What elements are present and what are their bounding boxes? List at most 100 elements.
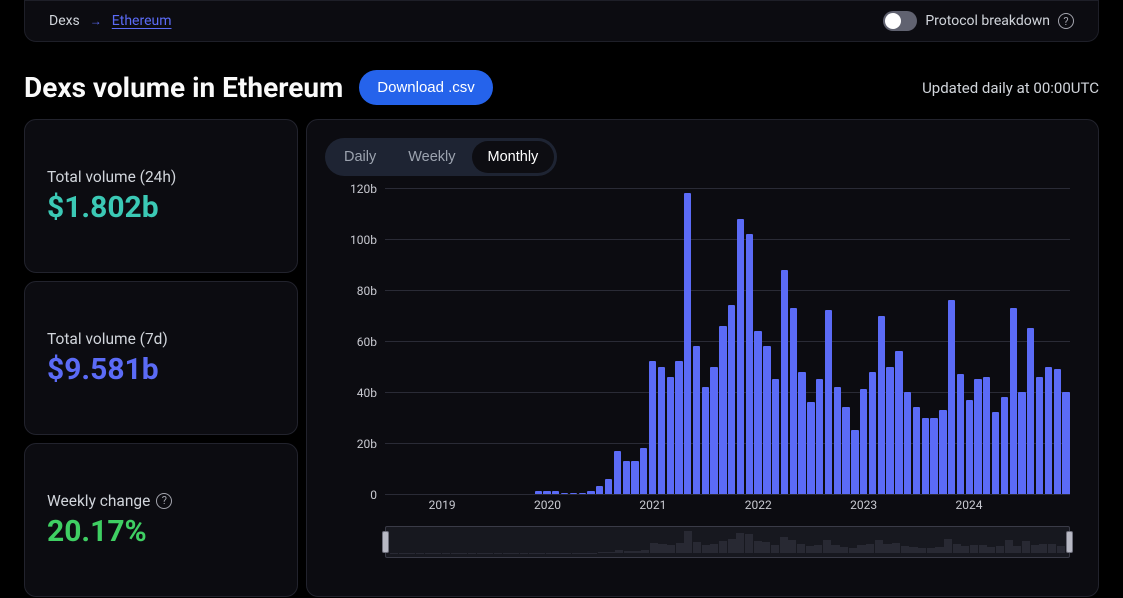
chart-bar[interactable]: [1036, 377, 1043, 494]
chart-bar[interactable]: [728, 305, 735, 494]
chart-bar[interactable]: [922, 418, 929, 495]
time-range-brush[interactable]: [385, 526, 1070, 558]
chart-bar[interactable]: [781, 270, 788, 494]
title-row: Dexs volume in Ethereum Download .csv Up…: [24, 70, 1099, 105]
chart-bar[interactable]: [957, 374, 964, 494]
chart-bar[interactable]: [966, 400, 973, 494]
chart-bars: [385, 188, 1070, 494]
chart-xaxis: 2019 2020 2021 2022 2023 2024: [385, 494, 1070, 516]
chart-bar[interactable]: [684, 193, 691, 494]
chart-bar[interactable]: [798, 372, 805, 494]
metric-card-weekly-change: Weekly change ? 20.17%: [24, 443, 298, 597]
protocol-breakdown-toggle[interactable]: [883, 11, 917, 31]
xaxis-tick-label: 2019: [429, 498, 456, 512]
chart-bar[interactable]: [983, 377, 990, 494]
chart-bar[interactable]: [886, 367, 893, 495]
chart-bar[interactable]: [1010, 308, 1017, 494]
chart-bar[interactable]: [790, 308, 797, 494]
chart-bar[interactable]: [754, 331, 761, 494]
chart-bar[interactable]: [939, 410, 946, 494]
chart-bar[interactable]: [763, 346, 770, 494]
chart-bar[interactable]: [834, 387, 841, 494]
chart-bar[interactable]: [631, 461, 638, 494]
chart-bar[interactable]: [719, 326, 726, 494]
xaxis-tick-label: 2022: [745, 498, 772, 512]
chart-bar[interactable]: [667, 377, 674, 494]
xaxis-tick-label: 2024: [956, 498, 983, 512]
breadcrumb: Dexs → Ethereum: [49, 13, 172, 29]
metric-card-24h: Total volume (24h) $1.802b: [24, 119, 298, 273]
chart-bar[interactable]: [825, 310, 832, 494]
chart-bar[interactable]: [913, 407, 920, 494]
chart-bar[interactable]: [948, 300, 955, 494]
tab-weekly[interactable]: Weekly: [392, 141, 471, 173]
chart-bar[interactable]: [614, 451, 621, 494]
xaxis-tick-label: 2023: [850, 498, 877, 512]
help-icon[interactable]: ?: [156, 493, 172, 509]
chart-bar[interactable]: [860, 389, 867, 494]
chart-bar[interactable]: [623, 461, 630, 494]
chart-bar[interactable]: [895, 351, 902, 494]
metric-7d-value: $9.581b: [47, 352, 275, 387]
metric-card-7d: Total volume (7d) $9.581b: [24, 281, 298, 435]
chart-plot-area: 020b40b60b80b100b120b: [385, 188, 1070, 494]
yaxis-tick-label: 40b: [357, 386, 377, 400]
chart-bar[interactable]: [596, 486, 603, 494]
download-csv-button[interactable]: Download .csv: [359, 70, 493, 105]
chart-bar[interactable]: [930, 418, 937, 495]
xaxis-tick-label: 2021: [639, 498, 666, 512]
metric-24h-label: Total volume (24h): [47, 168, 275, 186]
chart-bar[interactable]: [640, 448, 647, 494]
yaxis-tick-label: 0: [370, 488, 377, 502]
chart-bar[interactable]: [702, 387, 709, 494]
chart-bar[interactable]: [737, 219, 744, 494]
chart-bar[interactable]: [992, 412, 999, 494]
metric-wchg-label: Weekly change ?: [47, 492, 275, 510]
chart-bar[interactable]: [1018, 392, 1025, 494]
chart-bar[interactable]: [772, 379, 779, 494]
chart-card: Daily Weekly Monthly 020b40b60b80b100b12…: [306, 119, 1099, 597]
updated-text: Updated daily at 00:00UTC: [922, 79, 1099, 97]
brush-handle-left[interactable]: [382, 531, 389, 553]
chart-bar[interactable]: [710, 367, 717, 495]
interval-tabs: Daily Weekly Monthly: [325, 138, 557, 176]
breadcrumb-root[interactable]: Dexs: [49, 13, 80, 29]
yaxis-tick-label: 60b: [357, 335, 377, 349]
breadcrumb-current[interactable]: Ethereum: [112, 13, 172, 29]
chart-bar[interactable]: [842, 407, 849, 494]
chart-bar[interactable]: [1001, 397, 1008, 494]
chart-bar[interactable]: [605, 479, 612, 494]
chart-bar[interactable]: [1045, 367, 1052, 495]
protocol-breakdown-toggle-wrap: Protocol breakdown ?: [883, 11, 1074, 31]
tab-daily[interactable]: Daily: [328, 141, 392, 173]
tab-monthly[interactable]: Monthly: [472, 141, 555, 173]
help-icon[interactable]: ?: [1058, 13, 1074, 29]
chart-bar[interactable]: [816, 379, 823, 494]
chart-bar[interactable]: [974, 379, 981, 494]
chart-bar[interactable]: [869, 372, 876, 494]
chart-bar[interactable]: [746, 234, 753, 494]
yaxis-tick-label: 20b: [357, 437, 377, 451]
topbar: Dexs → Ethereum Protocol breakdown ?: [24, 0, 1099, 42]
chart-bar[interactable]: [658, 367, 665, 495]
metrics-column: Total volume (24h) $1.802b Total volume …: [24, 119, 298, 597]
metric-24h-value: $1.802b: [47, 190, 275, 225]
xaxis-tick-label: 2020: [534, 498, 561, 512]
chart-bar[interactable]: [851, 430, 858, 494]
chart-bar[interactable]: [1054, 369, 1061, 494]
yaxis-tick-label: 120b: [350, 182, 377, 196]
chart-bar[interactable]: [904, 392, 911, 494]
chart-bar[interactable]: [878, 316, 885, 495]
chart-bar[interactable]: [1062, 392, 1069, 494]
yaxis-tick-label: 80b: [357, 284, 377, 298]
brush-handle-right[interactable]: [1066, 531, 1073, 553]
chart-bar[interactable]: [675, 361, 682, 494]
metric-wchg-value: 20.17%: [47, 514, 275, 549]
metric-7d-label: Total volume (7d): [47, 330, 275, 348]
chart-bar[interactable]: [693, 346, 700, 494]
chart-bar[interactable]: [1027, 328, 1034, 494]
chart-bar[interactable]: [649, 361, 656, 494]
chart-bar[interactable]: [807, 402, 814, 494]
toggle-label: Protocol breakdown: [925, 13, 1050, 29]
toggle-knob: [885, 13, 901, 29]
